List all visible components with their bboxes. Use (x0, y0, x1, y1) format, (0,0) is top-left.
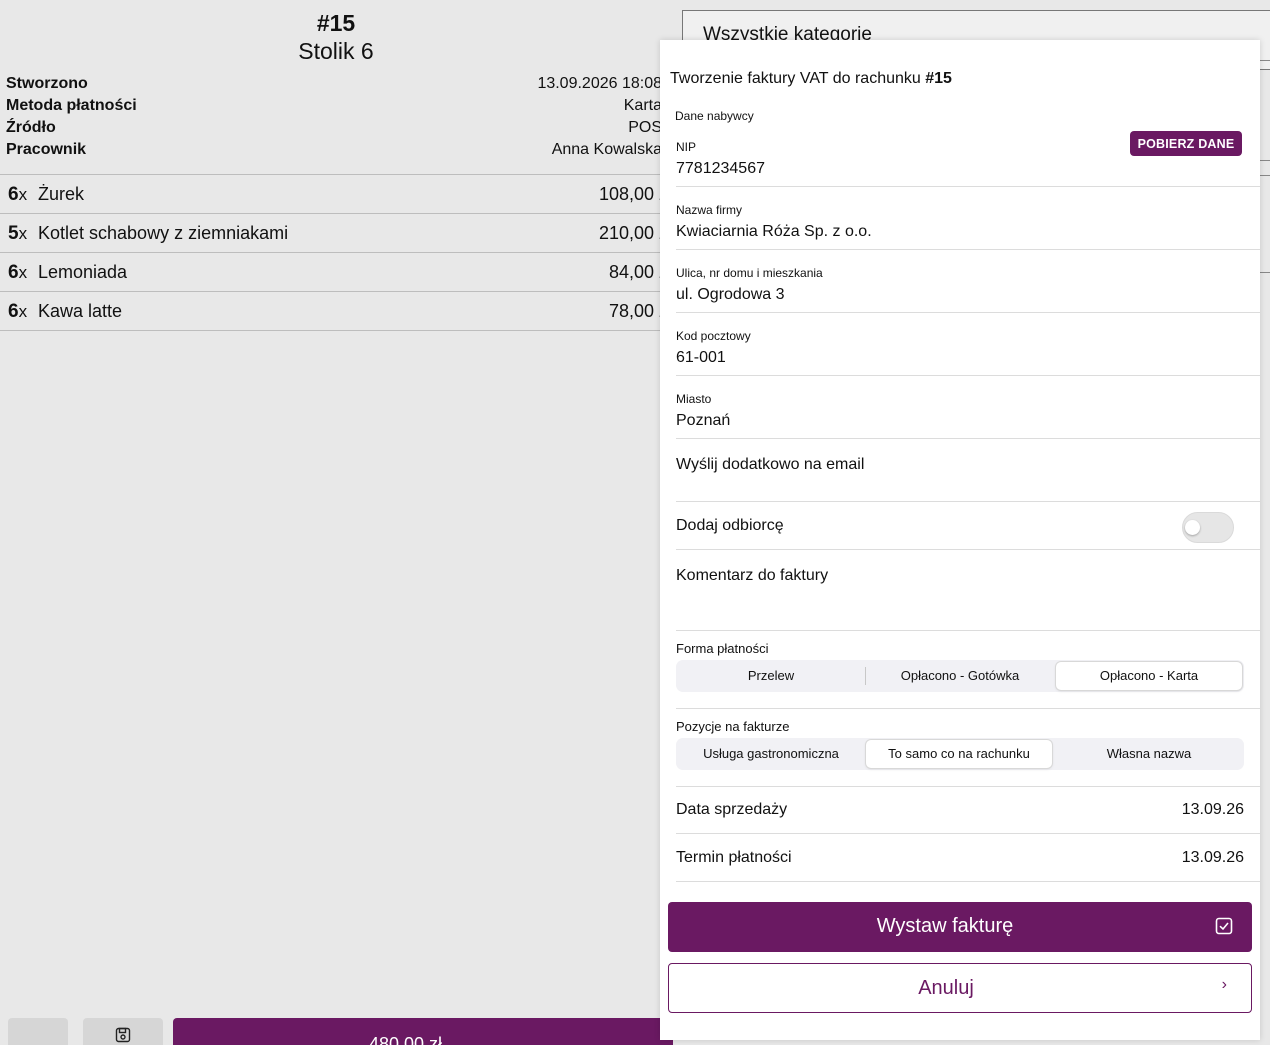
add-recipient-row: Dodaj odbiorcę (676, 502, 1260, 550)
sale-date-row[interactable]: Data sprzedaży 13.09.26 (676, 786, 1260, 834)
company-name-value: Kwiaciarnia Róża Sp. z o.o. (676, 223, 872, 240)
meta-key: Źródło (6, 119, 56, 136)
item-name: Kotlet schabowy z ziemniakami (38, 223, 289, 243)
list-item[interactable]: 6x Żurek 108,00 zł (0, 175, 672, 214)
issue-invoice-label: Wystaw fakturę (876, 915, 1014, 937)
invoice-modal: Tworzenie faktury VAT do rachunku #15 Da… (660, 40, 1260, 1040)
meta-value: Karta (623, 97, 662, 114)
postal-code-value: 61-001 (676, 349, 726, 366)
payment-form-selector: Przelew Opłacono - Gotówka Opłacono - Ka… (676, 660, 1244, 692)
postal-code-label: Kod pocztowy (676, 329, 751, 343)
meta-key: Stworzono (6, 75, 88, 92)
items-option-same-as-bill[interactable]: To samo co na rachunku (866, 740, 1052, 768)
nip-label: NIP (676, 140, 697, 154)
meta-created: Stworzono 13.09.2026 18:08 (6, 75, 662, 97)
due-date-value: 13.09.26 (1181, 849, 1244, 866)
invoice-items-label: Pozycje na fakturze (676, 719, 790, 734)
pay-total-label: 480,00 zł (369, 1034, 443, 1045)
modal-title: Tworzenie faktury VAT do rachunku #15 (670, 70, 952, 87)
meta-source: Źródło POS (6, 119, 662, 141)
more-button[interactable] (8, 1018, 68, 1045)
meta-value: 13.09.2026 18:08 (537, 75, 662, 92)
divider (676, 708, 1260, 709)
item-qty: 6x (8, 262, 28, 283)
item-qty: 6x (8, 301, 28, 322)
order-items-list: 6x Żurek 108,00 zł 5x Kotlet schabowy z … (0, 174, 672, 331)
city-label: Miasto (676, 392, 712, 406)
street-field[interactable]: Ulica, nr domu i mieszkania ul. Ogrodowa… (676, 250, 1260, 313)
cancel-label: Anuluj (918, 977, 974, 999)
cancel-button[interactable]: Anuluj › (668, 963, 1252, 1013)
payment-form-label: Forma płatności (676, 641, 769, 656)
payment-option-transfer[interactable]: Przelew (678, 662, 864, 690)
city-value: Poznań (676, 412, 731, 429)
payment-option-cash[interactable]: Opłacono - Gotówka (867, 662, 1053, 690)
table-name: Stolik 6 (298, 38, 374, 64)
save-icon (115, 1027, 131, 1043)
item-name: Kawa latte (38, 301, 123, 321)
invoice-items-selector: Usługa gastronomiczna To samo co na rach… (676, 738, 1244, 770)
meta-value: Anna Kowalska (551, 141, 662, 158)
items-option-custom-name[interactable]: Własna nazwa (1056, 740, 1242, 768)
nip-field[interactable]: NIP 7781234567 (676, 124, 1260, 187)
receipt-number: #15 (316, 10, 356, 36)
meta-key: Pracownik (6, 141, 87, 158)
list-item[interactable]: 6x Lemoniada 84,00 zł (0, 253, 672, 292)
meta-employee: Pracownik Anna Kowalska (6, 141, 662, 163)
sale-date-value: 13.09.26 (1181, 801, 1244, 818)
list-item[interactable]: 5x Kotlet schabowy z ziemniakami 210,00 … (0, 214, 672, 253)
issue-invoice-button[interactable]: Wystaw fakturę (668, 902, 1252, 952)
email-field[interactable]: Wyślij dodatkowo na email (676, 439, 1260, 502)
item-name: Żurek (38, 184, 85, 204)
payment-option-card[interactable]: Opłacono - Karta (1056, 662, 1242, 690)
street-value: ul. Ogrodowa 3 (676, 286, 785, 303)
company-name-field[interactable]: Nazwa firmy Kwiaciarnia Róża Sp. z o.o. (676, 187, 1260, 250)
city-field[interactable]: Miasto Poznań (676, 376, 1260, 439)
postal-code-field[interactable]: Kod pocztowy 61-001 (676, 313, 1260, 376)
email-label: Wyślij dodatkowo na email (676, 456, 865, 473)
items-option-gastronomy[interactable]: Usługa gastronomiczna (678, 740, 864, 768)
add-recipient-toggle[interactable] (1182, 512, 1234, 543)
nip-value: 7781234567 (676, 160, 765, 177)
invoice-comment-label: Komentarz do faktury (676, 567, 829, 584)
add-recipient-label: Dodaj odbiorcę (676, 517, 784, 534)
item-qty: 6x (8, 184, 28, 205)
buyer-section-label: Dane nabywcy (675, 109, 754, 123)
pay-total-button[interactable]: 480,00 zł (173, 1018, 673, 1045)
item-qty: 5x (8, 223, 28, 244)
toggle-knob (1185, 520, 1200, 535)
street-label: Ulica, nr domu i mieszkania (676, 266, 823, 280)
item-name: Lemoniada (38, 262, 128, 282)
list-item[interactable]: 6x Kawa latte 78,00 zł (0, 292, 672, 331)
meta-value: POS (628, 119, 662, 136)
due-date-row[interactable]: Termin płatności 13.09.26 (676, 834, 1260, 882)
meta-payment-method: Metoda płatności Karta (6, 97, 662, 119)
company-name-label: Nazwa firmy (676, 203, 743, 217)
save-button[interactable] (83, 1018, 163, 1045)
chevron-right-icon: › (1221, 976, 1227, 993)
receipt-panel: #15 Stolik 6 Stworzono 13.09.2026 18:08 … (0, 0, 673, 1045)
checkbox-icon (1215, 917, 1233, 935)
sale-date-label: Data sprzedaży (676, 801, 788, 818)
meta-key: Metoda płatności (6, 97, 137, 114)
due-date-label: Termin płatności (676, 849, 792, 866)
invoice-comment-field[interactable]: Komentarz do faktury (676, 550, 1260, 631)
divider (865, 667, 866, 685)
